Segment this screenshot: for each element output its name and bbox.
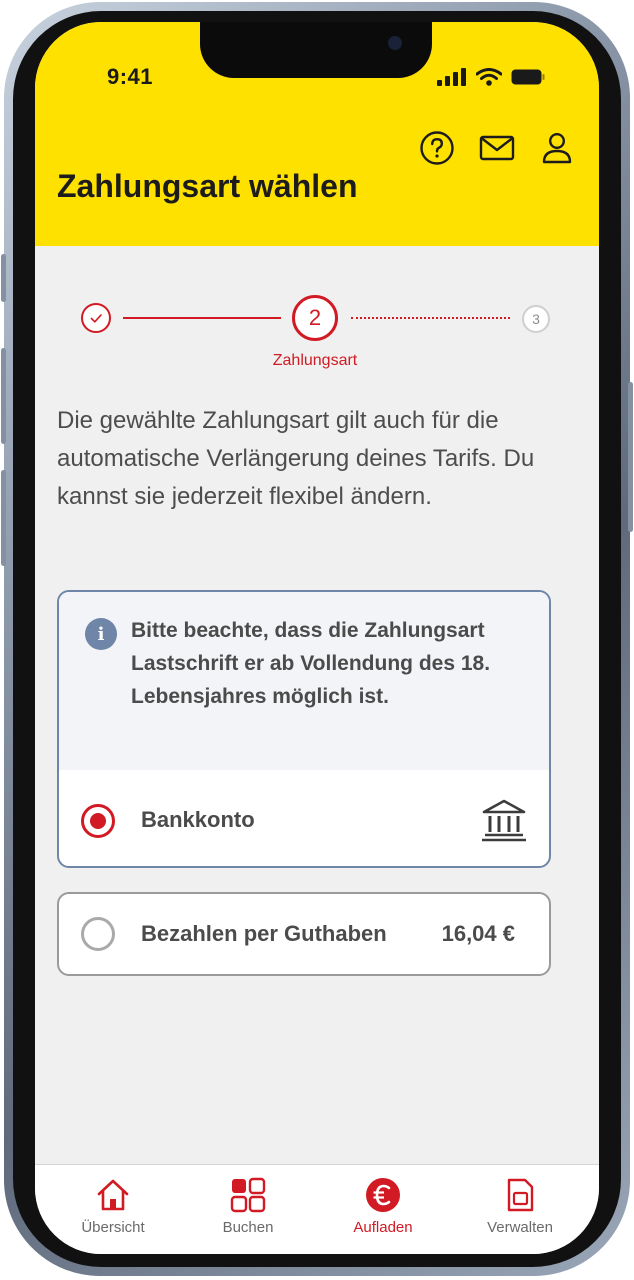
info-notice: i Bitte beachte, dass die Zahlungsart La… — [59, 592, 549, 770]
front-camera — [388, 36, 402, 50]
step-2-active: 2 — [292, 295, 338, 341]
volume-down-button — [1, 470, 6, 566]
check-icon — [90, 314, 102, 323]
status-icons — [437, 68, 545, 86]
sim-card-icon — [507, 1178, 534, 1212]
guthaben-amount: 16,04 € — [441, 921, 515, 946]
payment-option-bank[interactable]: i Bitte beachte, dass die Zahlungsart La… — [57, 590, 551, 868]
tab-verwalten[interactable]: Verwalten — [460, 1177, 580, 1236]
step-2-label: Zahlungsart — [272, 352, 358, 369]
tab-buchen-label: Buchen — [222, 1219, 274, 1236]
tab-uebersicht[interactable]: Übersicht — [53, 1177, 173, 1236]
bank-option-label: Bankkonto — [141, 807, 255, 832]
tab-verwalten-label: Verwalten — [487, 1219, 553, 1236]
mail-icon[interactable] — [479, 130, 515, 166]
status-time: 9:41 — [107, 64, 154, 89]
guthaben-option-label: Bezahlen per Guthaben — [141, 921, 387, 946]
step-3-upcoming: 3 — [522, 305, 550, 333]
info-icon: i — [85, 618, 117, 650]
step-connector-completed — [123, 317, 281, 319]
battery-icon — [511, 69, 545, 85]
payment-option-guthaben[interactable]: Bezahlen per Guthaben 16,04 € — [57, 892, 551, 976]
step-1-completed — [81, 303, 111, 333]
mute-switch — [1, 254, 6, 302]
tab-aufladen-label: Aufladen — [353, 1219, 413, 1236]
bank-radio[interactable] — [81, 804, 115, 838]
bottom-tab-bar: Übersicht Buchen Aufladen Verwalten — [35, 1164, 599, 1254]
tab-uebersicht-label: Übersicht — [81, 1219, 145, 1236]
tab-buchen[interactable]: Buchen — [188, 1177, 308, 1236]
bank-icon — [482, 799, 526, 842]
payment-description: Die gewählte Zahlungsart gilt auch für d… — [57, 407, 535, 510]
notch — [200, 22, 432, 78]
help-icon[interactable] — [419, 130, 455, 166]
power-button — [628, 382, 633, 532]
grid-icon — [230, 1177, 266, 1213]
info-notice-text: Bitte beachte, dass die Zahlungsart Last… — [131, 619, 491, 708]
euro-icon — [366, 1178, 400, 1212]
app-header: 9:41 Zahlungsart wählen — [35, 22, 599, 246]
step-connector-upcoming — [351, 317, 510, 319]
profile-icon[interactable] — [539, 130, 575, 166]
volume-up-button — [1, 348, 6, 444]
home-icon — [97, 1179, 129, 1211]
wifi-icon — [476, 68, 502, 86]
progress-stepper: 2 3 Zahlungsart — [35, 292, 599, 382]
signal-icon — [437, 68, 466, 86]
tab-aufladen[interactable]: Aufladen — [323, 1177, 443, 1236]
app-screen: 9:41 Zahlungsart wählen 2 3 Zahlungsart … — [35, 22, 599, 1254]
page-title: Zahlungsart wählen — [57, 168, 358, 204]
guthaben-radio[interactable] — [81, 917, 115, 951]
